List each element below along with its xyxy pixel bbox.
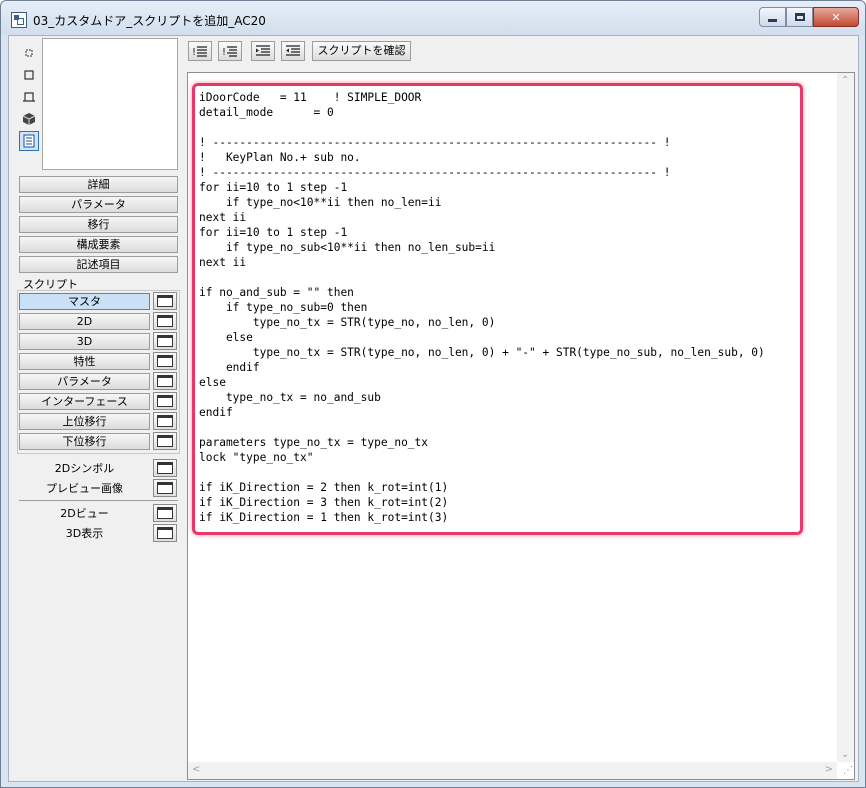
window-icon [157,435,173,447]
close-button[interactable]: ✕ [813,7,859,27]
parameters-button[interactable]: パラメータ [19,196,178,213]
info-icon[interactable] [19,43,39,63]
script-property-window-button[interactable] [153,352,177,370]
caption-buttons: ✕ [759,7,859,27]
scroll-left-icon[interactable]: < [192,764,200,775]
window-icon [157,315,173,327]
comment-icon: ! [192,46,207,57]
2d-view-label[interactable]: 2Dビュー [19,505,150,522]
divider [19,500,178,501]
highlight-annotation [192,83,803,535]
indent-button[interactable] [251,41,275,61]
window-icon [157,415,173,427]
window-icon [157,507,173,519]
minimize-button[interactable] [759,7,786,27]
window-icon [157,395,173,407]
descriptors-button[interactable]: 記述項目 [19,256,178,273]
svg-text:!: ! [192,47,196,57]
components-button[interactable]: 構成要素 [19,236,178,253]
3d-view-window-button[interactable] [153,524,177,542]
3d-cube-icon[interactable] [19,109,39,129]
script-backward-migration-button[interactable]: 下位移行 [19,433,150,450]
script-forward-migration-button[interactable]: 上位移行 [19,413,150,430]
scroll-right-icon[interactable]: > [825,764,833,775]
details-button[interactable]: 詳細 [19,176,178,193]
minimize-icon [768,18,777,22]
plan-icon[interactable] [19,87,39,107]
application-window: 03_カスタムドア_スクリプトを追加_AC20 ✕ 詳細 パラメータ 移行 構成… [0,0,866,788]
window-icon [157,295,173,307]
resize-grip-icon[interactable]: ⋰ [839,764,853,778]
window-icon [157,527,173,539]
script-property-button[interactable]: 特性 [19,353,150,370]
maximize-icon [794,13,805,21]
mode-icon-column [19,43,39,153]
2d-view-window-button[interactable] [153,504,177,522]
window-icon [157,355,173,367]
script-master-window-button[interactable] [153,292,177,310]
uncomment-icon: ! [222,46,237,57]
script-forward-migration-window-button[interactable] [153,412,177,430]
app-icon [11,12,27,28]
script-interface-window-button[interactable] [153,392,177,410]
svg-text:!: ! [222,47,226,57]
check-script-button[interactable]: スクリプトを確認 [312,41,411,61]
scroll-up-icon[interactable]: ⌃ [841,75,849,86]
script-interface-button[interactable]: インターフェース [19,393,150,410]
script-parameter-window-button[interactable] [153,372,177,390]
horizontal-scrollbar[interactable]: < > [188,762,837,779]
preview-image-label[interactable]: プレビュー画像 [19,480,150,497]
script-master-button[interactable]: マスタ [19,293,150,310]
outdent-button[interactable] [281,41,305,61]
comment-button[interactable]: ! [188,41,212,61]
preview-pane [42,38,178,170]
client-area: 詳細 パラメータ 移行 構成要素 記述項目 スクリプト マスタ 2D 3D 特性… [8,35,859,782]
window-icon [157,375,173,387]
vertical-scrollbar[interactable]: ⌃ ⌄ [837,73,854,762]
script-2d-window-button[interactable] [153,312,177,330]
script-editor[interactable]: iDoorCode = 11 ! SIMPLE_DOOR detail_mode … [187,72,855,780]
script-3d-button[interactable]: 3D [19,333,150,350]
2d-symbol-label[interactable]: 2Dシンボル [19,460,150,477]
preview-image-window-button[interactable] [153,479,177,497]
window-icon [157,462,173,474]
2d-icon[interactable] [19,65,39,85]
script-2d-button[interactable]: 2D [19,313,150,330]
script-parameter-button[interactable]: パラメータ [19,373,150,390]
script-3d-window-button[interactable] [153,332,177,350]
window-icon [157,482,173,494]
title-bar[interactable]: 03_カスタムドア_スクリプトを追加_AC20 ✕ [1,1,865,35]
close-icon: ✕ [831,10,841,24]
2d-symbol-window-button[interactable] [153,459,177,477]
outdent-icon [286,45,300,56]
script-backward-migration-window-button[interactable] [153,432,177,450]
maximize-button[interactable] [786,7,813,27]
3d-view-label[interactable]: 3D表示 [19,525,150,542]
scroll-down-icon[interactable]: ⌄ [841,749,849,760]
uncomment-button[interactable]: ! [218,41,242,61]
indent-icon [256,45,270,56]
window-icon [157,335,173,347]
window-title: 03_カスタムドア_スクリプトを追加_AC20 [33,14,266,28]
migration-button[interactable]: 移行 [19,216,178,233]
list-icon[interactable] [19,131,39,151]
